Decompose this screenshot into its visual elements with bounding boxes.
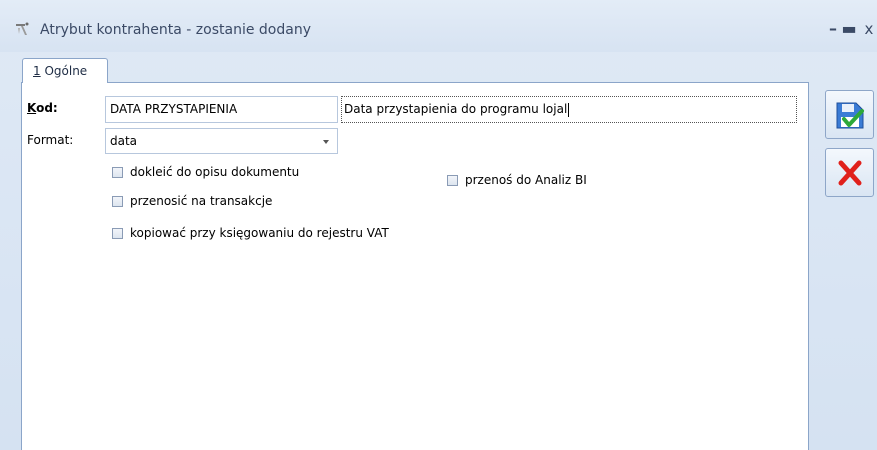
checkbox-label: kopiować przy księgowaniu do rejestru VA…	[130, 226, 389, 240]
close-button[interactable]: x	[858, 18, 877, 40]
maximize-button[interactable]: ▬	[838, 18, 860, 40]
save-icon	[836, 102, 864, 129]
window-title: Atrybut kontrahenta - zostanie dodany	[40, 22, 311, 38]
opis-field[interactable]: Data przystapienia do programu lojal	[341, 96, 797, 123]
kod-label: Kod:	[27, 101, 58, 115]
checkbox-label: przenosić na transakcje	[130, 194, 273, 208]
format-select[interactable]: data	[105, 128, 338, 154]
kod-field-value: DATA PRZYSTAPIENIA	[110, 102, 238, 116]
checkbox-kopiowac-przy-ksiegowaniu[interactable]: kopiować przy księgowaniu do rejestru VA…	[112, 226, 432, 244]
dialog-window: Atrybut kontrahenta - zostanie dodany – …	[0, 0, 877, 450]
checkbox-icon[interactable]	[112, 167, 123, 178]
tab-ogolne-accel: 1	[33, 64, 41, 78]
checkbox-label: dokleić do opisu dokumentu	[130, 165, 300, 179]
tab-ogolne-label: 1 Ogólne	[33, 64, 87, 78]
kod-field[interactable]: DATA PRZYSTAPIENIA	[105, 96, 338, 123]
checkbox-icon[interactable]	[447, 175, 458, 186]
checkbox-przenosic-na-transakcje[interactable]: przenosić na transakcje	[112, 194, 302, 212]
opis-field-value: Data przystapienia do programu lojal	[344, 102, 568, 116]
checkbox-label: przenoś do Analiz BI	[465, 173, 587, 187]
text-caret	[568, 102, 570, 117]
checkbox-doklejac-do-opisu[interactable]: dokleić do opisu dokumentu	[112, 165, 332, 183]
format-select-value: data	[110, 134, 138, 148]
checkbox-przenos-do-analiz-bi[interactable]: przenoś do Analiz BI	[447, 173, 617, 191]
attribute-icon	[16, 22, 29, 35]
tab-ogolne[interactable]: 1 Ogólne	[22, 58, 108, 83]
checkbox-icon[interactable]	[112, 228, 123, 239]
save-button[interactable]	[825, 90, 874, 139]
chevron-down-icon[interactable]	[323, 140, 329, 144]
checkbox-icon[interactable]	[112, 196, 123, 207]
cancel-button[interactable]	[825, 148, 874, 197]
kod-label-accel: K	[27, 101, 37, 115]
cancel-icon	[838, 160, 862, 186]
kod-label-text: od:	[36, 101, 58, 115]
title-bar[interactable]: Atrybut kontrahenta - zostanie dodany – …	[0, 0, 877, 52]
tab-ogolne-text: Ogólne	[40, 64, 88, 78]
format-label: Format:	[27, 133, 74, 147]
